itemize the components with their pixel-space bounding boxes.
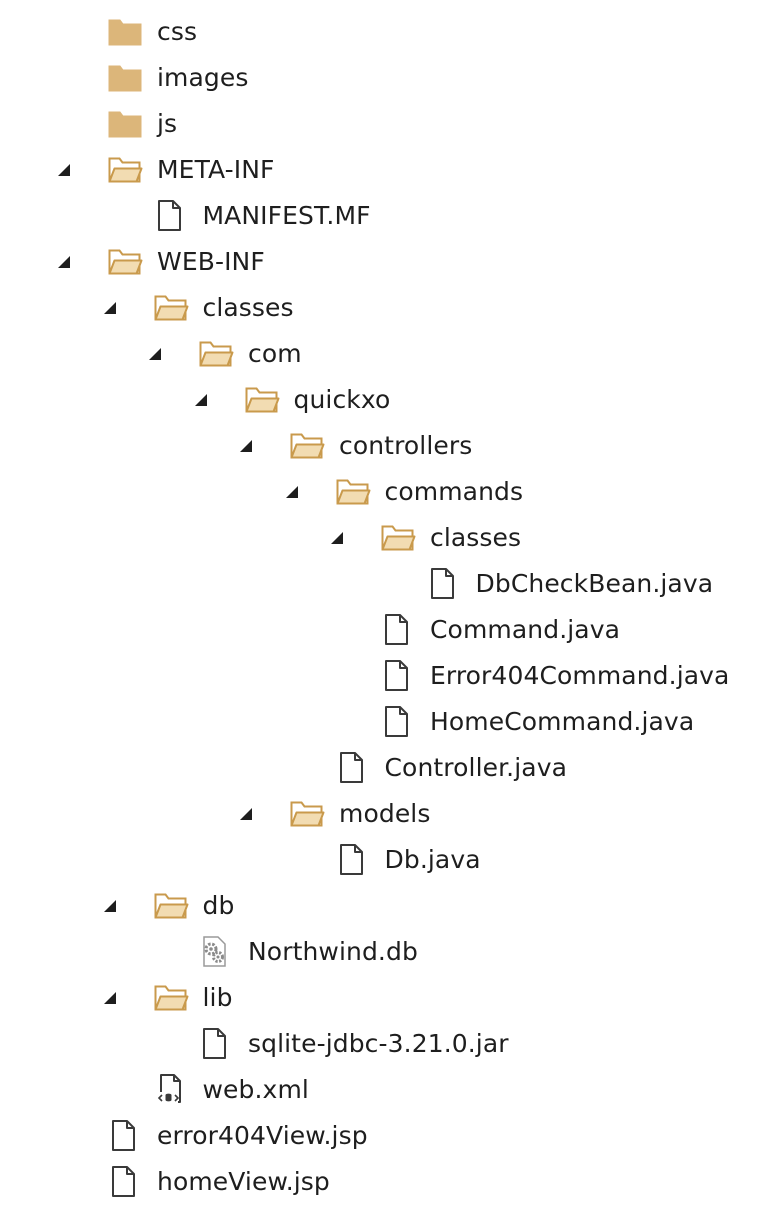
- expand-collapse-icon[interactable]: [283, 483, 301, 501]
- tree-item[interactable]: Error404Command.java: [0, 653, 763, 699]
- file-icon: [107, 1165, 143, 1199]
- tree-item[interactable]: db: [0, 883, 763, 929]
- folder-open-icon: [380, 521, 416, 555]
- tree-item[interactable]: HomeCommand.java: [0, 699, 763, 745]
- tree-item-label: DbCheckBean.java: [475, 569, 714, 598]
- file-icon: [107, 1119, 143, 1153]
- folder-closed-icon: [107, 107, 143, 141]
- tree-item-label: Controller.java: [384, 753, 568, 782]
- solution-explorer-tree: css images js META-INF MANIFEST.MF WEB-I…: [0, 0, 763, 1209]
- tree-item-label: Command.java: [430, 615, 621, 644]
- file-icon: [153, 199, 189, 233]
- folder-open-icon: [244, 383, 280, 417]
- expand-collapse-icon[interactable]: [101, 989, 119, 1007]
- file-icon: [198, 1027, 234, 1061]
- folder-open-icon: [289, 797, 325, 831]
- tree-item-label: com: [248, 339, 302, 368]
- folder-open-icon: [289, 429, 325, 463]
- tree-item-label: Error404Command.java: [430, 661, 730, 690]
- tree-item-label: controllers: [339, 431, 473, 460]
- tree-item[interactable]: js: [0, 101, 763, 147]
- tree-item-label: web.xml: [202, 1075, 309, 1104]
- tree-item-label: WEB-INF: [157, 247, 265, 276]
- expand-collapse-icon[interactable]: [101, 299, 119, 317]
- tree-item-label: MANIFEST.MF: [202, 201, 371, 230]
- tree-item-label: error404View.jsp: [157, 1121, 368, 1150]
- file-icon: [380, 613, 416, 647]
- tree-item[interactable]: Northwind.db: [0, 929, 763, 975]
- folder-closed-icon: [107, 15, 143, 49]
- tree-item-label: Db.java: [384, 845, 481, 874]
- tree-item[interactable]: sqlite-jdbc-3.21.0.jar: [0, 1021, 763, 1067]
- folder-closed-icon: [107, 61, 143, 95]
- file-icon: [380, 659, 416, 693]
- folder-open-icon: [198, 337, 234, 371]
- file-icon: [380, 705, 416, 739]
- expand-collapse-icon[interactable]: [192, 391, 210, 409]
- tree-item-label: sqlite-jdbc-3.21.0.jar: [248, 1029, 509, 1058]
- file-icon: [335, 843, 371, 877]
- tree-item[interactable]: com: [0, 331, 763, 377]
- tree-item[interactable]: classes: [0, 285, 763, 331]
- tree-item[interactable]: error404View.jsp: [0, 1113, 763, 1159]
- tree-item[interactable]: web.xml: [0, 1067, 763, 1113]
- tree-item[interactable]: controllers: [0, 423, 763, 469]
- tree-item[interactable]: Command.java: [0, 607, 763, 653]
- tree-item[interactable]: WEB-INF: [0, 239, 763, 285]
- tree-item-label: HomeCommand.java: [430, 707, 695, 736]
- tree-item-label: images: [157, 63, 249, 92]
- expand-collapse-icon[interactable]: [55, 253, 73, 271]
- tree-item[interactable]: MANIFEST.MF: [0, 193, 763, 239]
- folder-open-icon: [107, 245, 143, 279]
- tree-item-label: lib: [202, 983, 233, 1012]
- expand-collapse-icon[interactable]: [55, 161, 73, 179]
- tree-item-label: js: [157, 109, 178, 138]
- tree-item[interactable]: images: [0, 55, 763, 101]
- tree-item-label: homeView.jsp: [157, 1167, 330, 1196]
- folder-open-icon: [153, 291, 189, 325]
- xml-config-file-icon: [153, 1073, 189, 1107]
- expand-collapse-icon[interactable]: [146, 345, 164, 363]
- tree-item[interactable]: lib: [0, 975, 763, 1021]
- tree-item-label: quickxo: [293, 385, 391, 414]
- tree-item-label: Northwind.db: [248, 937, 418, 966]
- settings-file-icon: [198, 935, 234, 969]
- expand-collapse-icon[interactable]: [237, 437, 255, 455]
- tree-item-label: css: [157, 17, 198, 46]
- tree-item[interactable]: META-INF: [0, 147, 763, 193]
- tree-item-label: META-INF: [157, 155, 275, 184]
- tree-item-label: classes: [202, 293, 294, 322]
- tree-item[interactable]: commands: [0, 469, 763, 515]
- tree-item-label: commands: [384, 477, 524, 506]
- folder-open-icon: [335, 475, 371, 509]
- tree-item[interactable]: models: [0, 791, 763, 837]
- tree-item[interactable]: Db.java: [0, 837, 763, 883]
- tree-item-label: classes: [430, 523, 522, 552]
- tree-item-label: db: [202, 891, 235, 920]
- expand-collapse-icon[interactable]: [237, 805, 255, 823]
- tree-item[interactable]: quickxo: [0, 377, 763, 423]
- tree-item[interactable]: css: [0, 9, 763, 55]
- tree-item[interactable]: Controller.java: [0, 745, 763, 791]
- folder-open-icon: [153, 981, 189, 1015]
- expand-collapse-icon[interactable]: [328, 529, 346, 547]
- tree-item[interactable]: DbCheckBean.java: [0, 561, 763, 607]
- tree-item[interactable]: classes: [0, 515, 763, 561]
- file-icon: [426, 567, 462, 601]
- folder-open-icon: [153, 889, 189, 923]
- tree-item[interactable]: homeView.jsp: [0, 1159, 763, 1205]
- file-icon: [335, 751, 371, 785]
- tree-item-label: models: [339, 799, 431, 828]
- folder-open-icon: [107, 153, 143, 187]
- expand-collapse-icon[interactable]: [101, 897, 119, 915]
